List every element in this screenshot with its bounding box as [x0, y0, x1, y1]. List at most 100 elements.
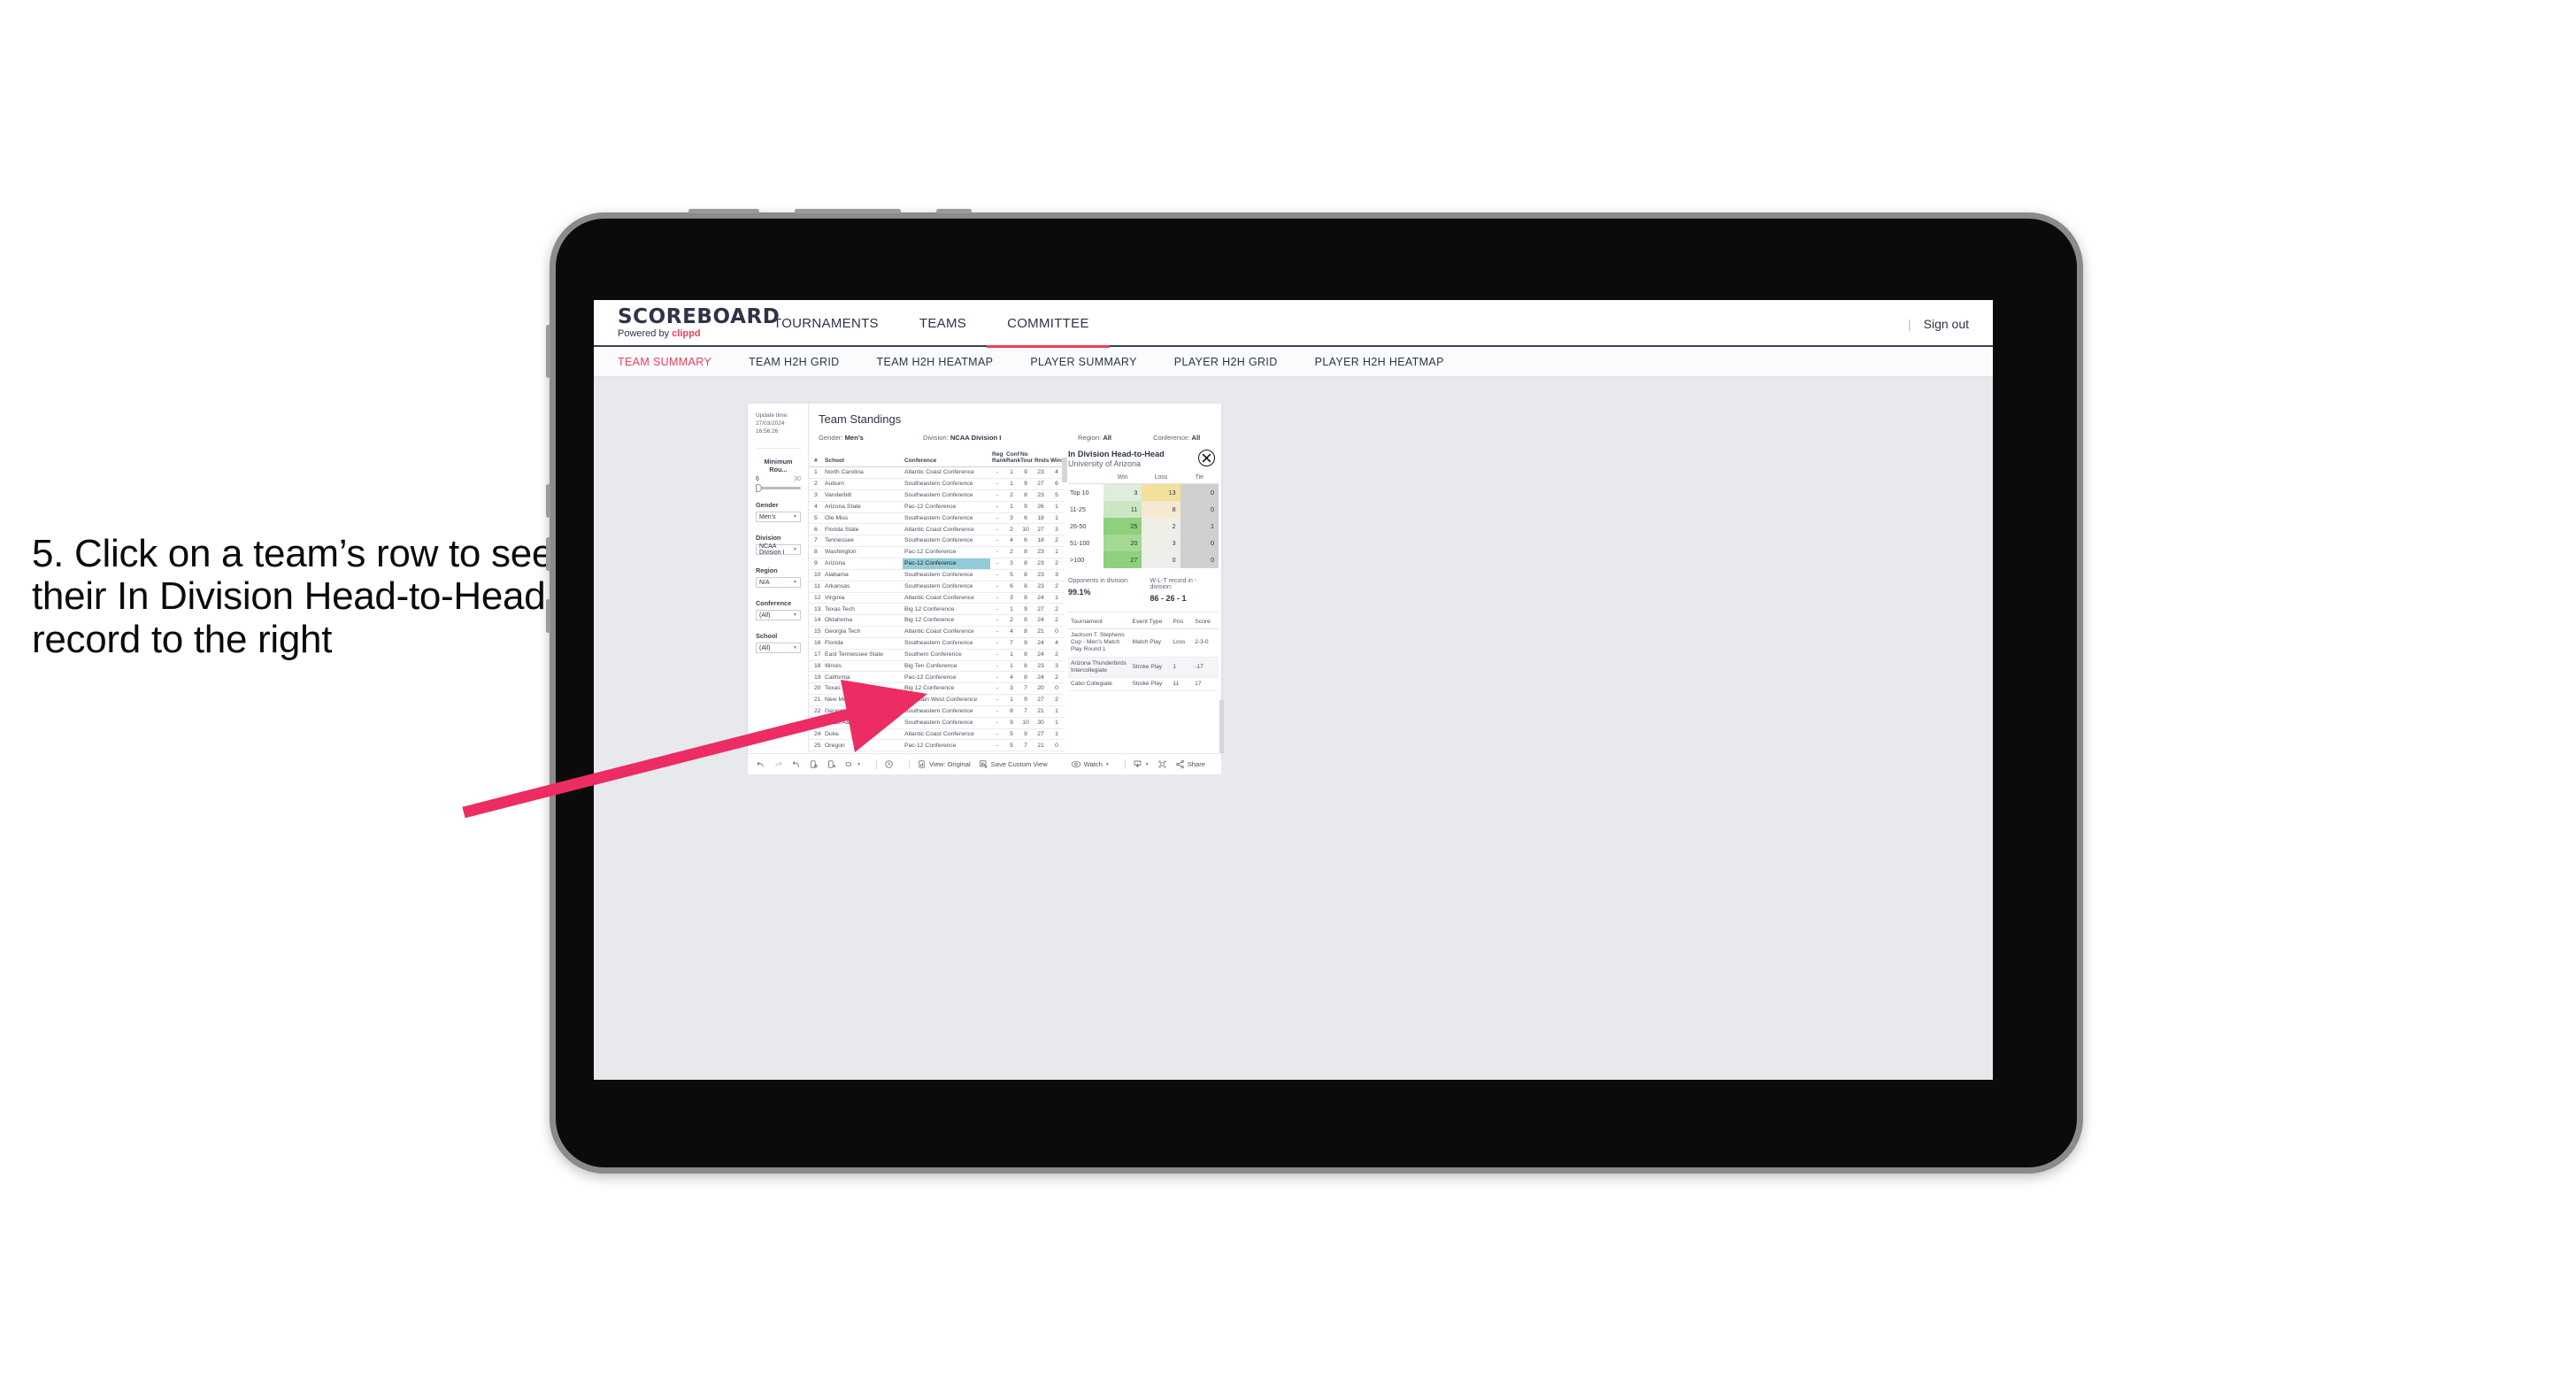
cell-rnds: 30 [1033, 717, 1049, 729]
tab-player-h2h-heatmap[interactable]: PLAYER H2H HEATMAP [1315, 356, 1464, 368]
col-header-conf-rank-line2: Rank [1006, 458, 1021, 465]
secondary-tab-bar: TEAM SUMMARY TEAM H2H GRID TEAM H2H HEAT… [594, 347, 1993, 377]
col-header-tournament[interactable]: Tournament [1068, 617, 1130, 629]
table-row[interactable]: 21 New Mexico Mountain West Conference -1 9 2… [809, 694, 1065, 706]
pause-updates-icon[interactable] [827, 759, 836, 769]
tab-player-h2h-grid[interactable]: PLAYER H2H GRID [1174, 356, 1297, 368]
nav-item-teams[interactable]: TEAMS [899, 301, 987, 348]
gender-select[interactable]: Men’s ▼ [756, 512, 801, 523]
cell-school: Washington [823, 546, 903, 558]
table-row[interactable]: 24 Duke Atlantic Coast Conference -5 9 27 1 [809, 728, 1065, 741]
cell-no-tour: 7 [1019, 682, 1033, 696]
cell-rank: 6 [809, 523, 823, 536]
table-row[interactable]: 9 Arizona Pac-12 Conference -3 8 23 2 [809, 558, 1065, 570]
table-row[interactable]: 2 Auburn Southeastern Conference -1 9 27 6 [809, 478, 1065, 490]
opponents-in-division-stat: Opponents in division: 99.1% [1068, 578, 1150, 603]
close-icon[interactable] [1198, 450, 1215, 466]
division-label: Division [756, 534, 781, 543]
cell-event-type: Stroke Play [1129, 657, 1171, 679]
fullscreen-button[interactable] [1157, 759, 1167, 769]
highlight-icon[interactable]: ▼ [844, 759, 861, 769]
minimum-rounds-slider[interactable] [756, 484, 801, 493]
table-row[interactable]: 18 Illinois Big Ten Conference -1 8 23 3 [809, 660, 1065, 673]
tab-team-h2h-heatmap[interactable]: TEAM H2H HEATMAP [877, 356, 1013, 368]
refresh-data-icon[interactable] [809, 759, 819, 769]
table-vertical-scroll-thumb[interactable] [1062, 458, 1067, 482]
col-header-event-type[interactable]: Event Type [1129, 617, 1171, 629]
cell-tournament-name: Arizona Thunderbirds Intercollegiate [1068, 657, 1130, 679]
tablet-side-button-4 [546, 599, 550, 633]
table-row[interactable]: 1 North Carolina Atlantic Coast Conference… [809, 466, 1065, 480]
cell-conference: Pac-12 Conference [903, 739, 990, 752]
cell-conference: Pac-12 Conference [903, 501, 990, 513]
col-header-rnds[interactable]: Rnds [1033, 450, 1049, 468]
school-select[interactable]: (All) ▼ [756, 643, 801, 654]
save-custom-view-button[interactable]: Save Custom View [979, 759, 1048, 769]
tab-team-h2h-grid[interactable]: TEAM H2H GRID [749, 356, 858, 368]
tournament-row[interactable]: Jackson T. Stephens Cup - Men’s Match Pl… [1068, 628, 1219, 658]
table-row[interactable]: 14 Oklahoma Big 12 Conference -2 8 24 2 [809, 614, 1065, 628]
app-logo[interactable]: SCOREBOARD Powered by clippd [594, 306, 780, 339]
region-select[interactable]: N/A ▼ [756, 577, 801, 589]
col-header-score[interactable]: Score [1192, 617, 1219, 629]
cell-rnds: 23 [1033, 581, 1049, 593]
h2h-row: 51-100 20 3 0 [1068, 535, 1219, 551]
revert-icon[interactable] [791, 759, 801, 769]
chevron-down-icon: ▼ [793, 612, 797, 619]
undo-icon[interactable] [756, 759, 765, 769]
col-header-pos[interactable]: Pos [1170, 617, 1193, 629]
table-row[interactable]: 19 California Pac-12 Conference -4 8 24 2 [809, 671, 1065, 684]
nav-item-tournaments[interactable]: TOURNAMENTS [753, 301, 899, 348]
col-header-conf-rank[interactable]: Conf Rank [1004, 450, 1021, 468]
table-row[interactable]: 4 Arizona State Pac-12 Conference -1 9 26 1 [809, 501, 1065, 513]
table-row[interactable]: 6 Florida State Atlantic Coast Conference -… [809, 523, 1065, 536]
conference-select[interactable]: (All) ▼ [756, 610, 801, 621]
col-header-reg-rank[interactable]: Reg Rank [990, 450, 1006, 468]
col-header-school[interactable]: School [823, 450, 903, 468]
applied-filter-gender: Gender: Men’s [819, 434, 923, 442]
download-button[interactable]: ▼ [1133, 759, 1150, 769]
division-select[interactable]: NCAA Division I ▼ [756, 543, 801, 556]
table-row[interactable]: 15 Georgia Tech Atlantic Coast Conference -… [809, 626, 1065, 638]
table-row[interactable]: 22 Georgia Southeastern Conference -8 7 21 1 [809, 705, 1065, 718]
cell-conf-rank: 1 [1004, 694, 1019, 706]
tournament-row[interactable]: Arizona Thunderbirds Intercollegiate Stro… [1068, 657, 1219, 679]
tab-team-summary[interactable]: TEAM SUMMARY [618, 356, 731, 368]
nav-item-committee[interactable]: COMMITTEE [987, 301, 1110, 348]
table-vertical-scrollbar[interactable] [1062, 458, 1067, 770]
clock-icon[interactable] [884, 759, 894, 769]
table-row[interactable]: 13 Texas Tech Big 12 Conference -1 9 27 2 [809, 603, 1065, 616]
cell-rnds: 23 [1033, 466, 1049, 480]
cell-conf-rank: 5 [1004, 728, 1019, 741]
tournament-row[interactable]: Cabo Collegiate Stroke Play 11 17 [1068, 677, 1219, 692]
table-row[interactable]: 17 East Tennessee State Southern Conferenc… [809, 649, 1065, 661]
table-row[interactable]: 12 Virginia Atlantic Coast Conference -3 8 24… [809, 592, 1065, 604]
tab-player-summary[interactable]: PLAYER SUMMARY [1030, 356, 1156, 368]
cell-reg-rank: - [990, 569, 1004, 581]
col-header-no-tour[interactable]: No Tour [1019, 450, 1033, 468]
watch-button[interactable]: Watch ▼ [1071, 759, 1110, 769]
table-row[interactable]: 5 Ole Miss Southeastern Conference -3 6 18 1 [809, 512, 1065, 525]
table-row[interactable]: 8 Washington Pac-12 Conference -2 8 23 1 [809, 546, 1065, 558]
share-button[interactable]: Share [1175, 759, 1205, 769]
table-row[interactable]: 11 Arkansas Southeastern Conference -6 8 23 2 [809, 581, 1065, 593]
view-original-button[interactable]: View: Original [917, 759, 971, 769]
table-row[interactable]: 10 Alabama Southeastern Conference -5 8 23 3 [809, 569, 1065, 581]
cell-tournament-name: Cabo Collegiate [1068, 677, 1130, 692]
redo-icon[interactable] [773, 759, 783, 769]
table-row[interactable]: 16 Florida Southeastern Conference -7 9 24 4 [809, 637, 1065, 650]
table-row[interactable]: 7 Tennessee Southeastern Conference -4 6 18 2 [809, 535, 1065, 548]
col-header-rank[interactable]: # [809, 450, 823, 468]
viz-container: Update time: 27/03/2024 16:56:26 Minimum… [748, 404, 1224, 763]
table-row[interactable]: 23 Texas A&M Southeastern Conference -9 10 30… [809, 717, 1065, 729]
cell-conf-rank: 2 [1004, 546, 1019, 558]
table-row[interactable]: 25 Oregon Pac-12 Conference -5 7 21 0 [809, 739, 1065, 752]
table-row[interactable]: 3 Vanderbilt Southeastern Conference -2 8 23 5 [809, 489, 1065, 502]
h2h-cell-loss: 2 [1142, 518, 1180, 535]
cell-rnds: 27 [1033, 523, 1049, 536]
signout-link[interactable]: Sign out [1924, 317, 1969, 331]
table-row[interactable]: 20 Texas Big 12 Conference -3 7 20 0 [809, 682, 1065, 696]
slider-handle[interactable] [756, 484, 762, 493]
col-header-conference[interactable]: Conference [903, 450, 990, 468]
tournament-scrollbar[interactable] [1219, 700, 1224, 754]
